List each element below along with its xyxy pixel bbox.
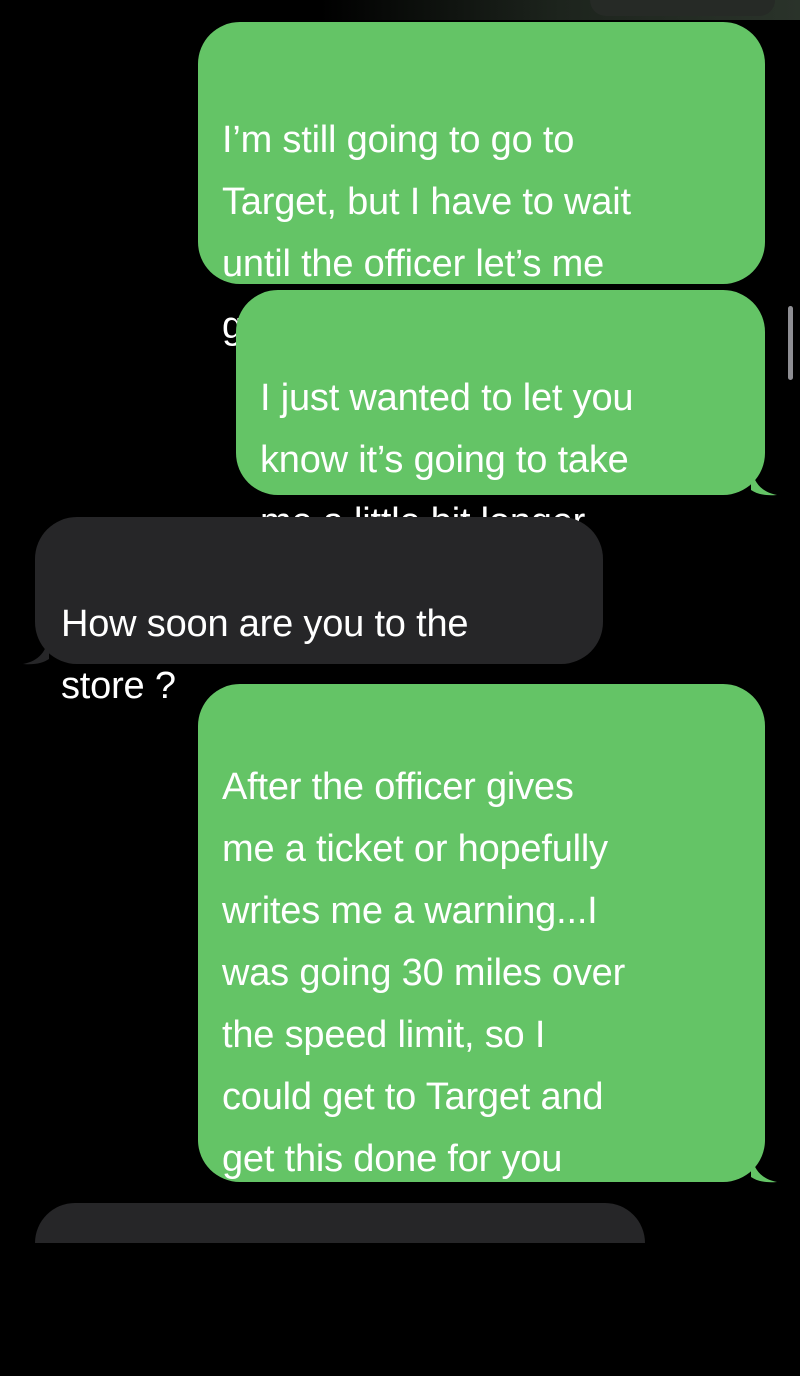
next-message-edge bbox=[35, 1203, 645, 1243]
scroll-indicator[interactable] bbox=[788, 306, 793, 380]
previous-message-edge bbox=[590, 0, 775, 16]
message-text: After the officer gives me a ticket or h… bbox=[222, 766, 626, 1242]
sent-message-bubble[interactable]: I’m still going to go to Target, but I h… bbox=[198, 22, 765, 347]
message-thread[interactable]: I’m still going to go to Target, but I h… bbox=[0, 0, 800, 1243]
bubble-tail bbox=[751, 466, 777, 496]
bubble-tail bbox=[23, 635, 49, 665]
sent-message-bubble[interactable]: I just wanted to let you know it’s going… bbox=[236, 290, 777, 543]
sent-message-bubble[interactable]: After the officer gives me a ticket or h… bbox=[198, 684, 777, 1242]
bubble-tail bbox=[751, 1153, 777, 1183]
received-message-bubble[interactable]: How soon are you to the store ? bbox=[23, 517, 603, 707]
